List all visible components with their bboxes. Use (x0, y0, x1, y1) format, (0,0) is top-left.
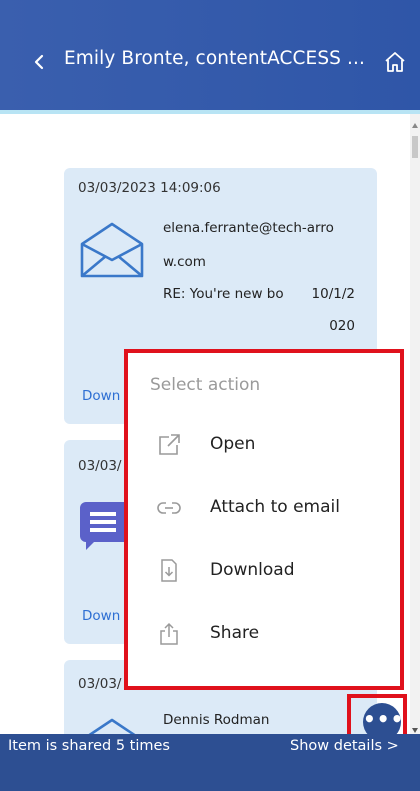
download-link[interactable]: Down (82, 388, 120, 404)
menu-item-share[interactable]: Share (128, 611, 400, 657)
download-link[interactable]: Down (82, 608, 120, 624)
menu-item-label: Attach to email (210, 497, 340, 517)
menu-item-label: Open (210, 434, 256, 454)
header-divider (0, 110, 420, 114)
item-date: 03/03/ (78, 458, 122, 474)
item-date: 03/03/2023 14:09:06 (78, 180, 221, 196)
sent-date-1: 10/1/2 (311, 286, 355, 302)
envelope-icon (78, 220, 146, 280)
sender-name: Dennis Rodman (163, 712, 270, 728)
show-details-link[interactable]: Show details > (290, 738, 399, 754)
download-file-icon (161, 559, 177, 582)
select-action-menu: Select action Open Attach to email Downl… (124, 349, 404, 690)
email-subject: RE: You're new bo (163, 286, 284, 302)
share-status-bar: Item is shared 5 times Show details > (0, 734, 420, 791)
more-icon: ••• (363, 707, 405, 731)
item-date: 03/03/ (78, 676, 122, 692)
menu-item-open[interactable]: Open (128, 422, 400, 468)
sender-line-1: elena.ferrante@tech-arro (163, 220, 334, 236)
home-icon (385, 52, 405, 72)
sender-line-2: w.com (163, 254, 206, 270)
app-header: Emily Bronte, contentACCESS ... (0, 0, 420, 110)
chevron-left-icon (34, 54, 44, 70)
link-icon (157, 502, 181, 514)
share-icon (160, 622, 178, 645)
open-external-icon (159, 434, 180, 455)
shared-count-text: Item is shared 5 times (8, 738, 170, 754)
back-button[interactable] (28, 50, 50, 74)
menu-item-attach-to-email[interactable]: Attach to email (128, 485, 400, 531)
sent-date-2: 020 (329, 318, 355, 334)
menu-item-label: Share (210, 623, 260, 643)
menu-title: Select action (150, 375, 261, 395)
menu-item-download[interactable]: Download (128, 548, 400, 594)
scrollbar-thumb[interactable] (412, 136, 418, 158)
page-title: Emily Bronte, contentACCESS ... (64, 48, 365, 69)
scroll-up-icon[interactable] (411, 122, 419, 130)
scroll-down-icon[interactable] (411, 726, 419, 734)
scrollbar[interactable] (410, 114, 420, 734)
home-button[interactable] (383, 50, 407, 74)
menu-item-label: Download (210, 560, 295, 580)
